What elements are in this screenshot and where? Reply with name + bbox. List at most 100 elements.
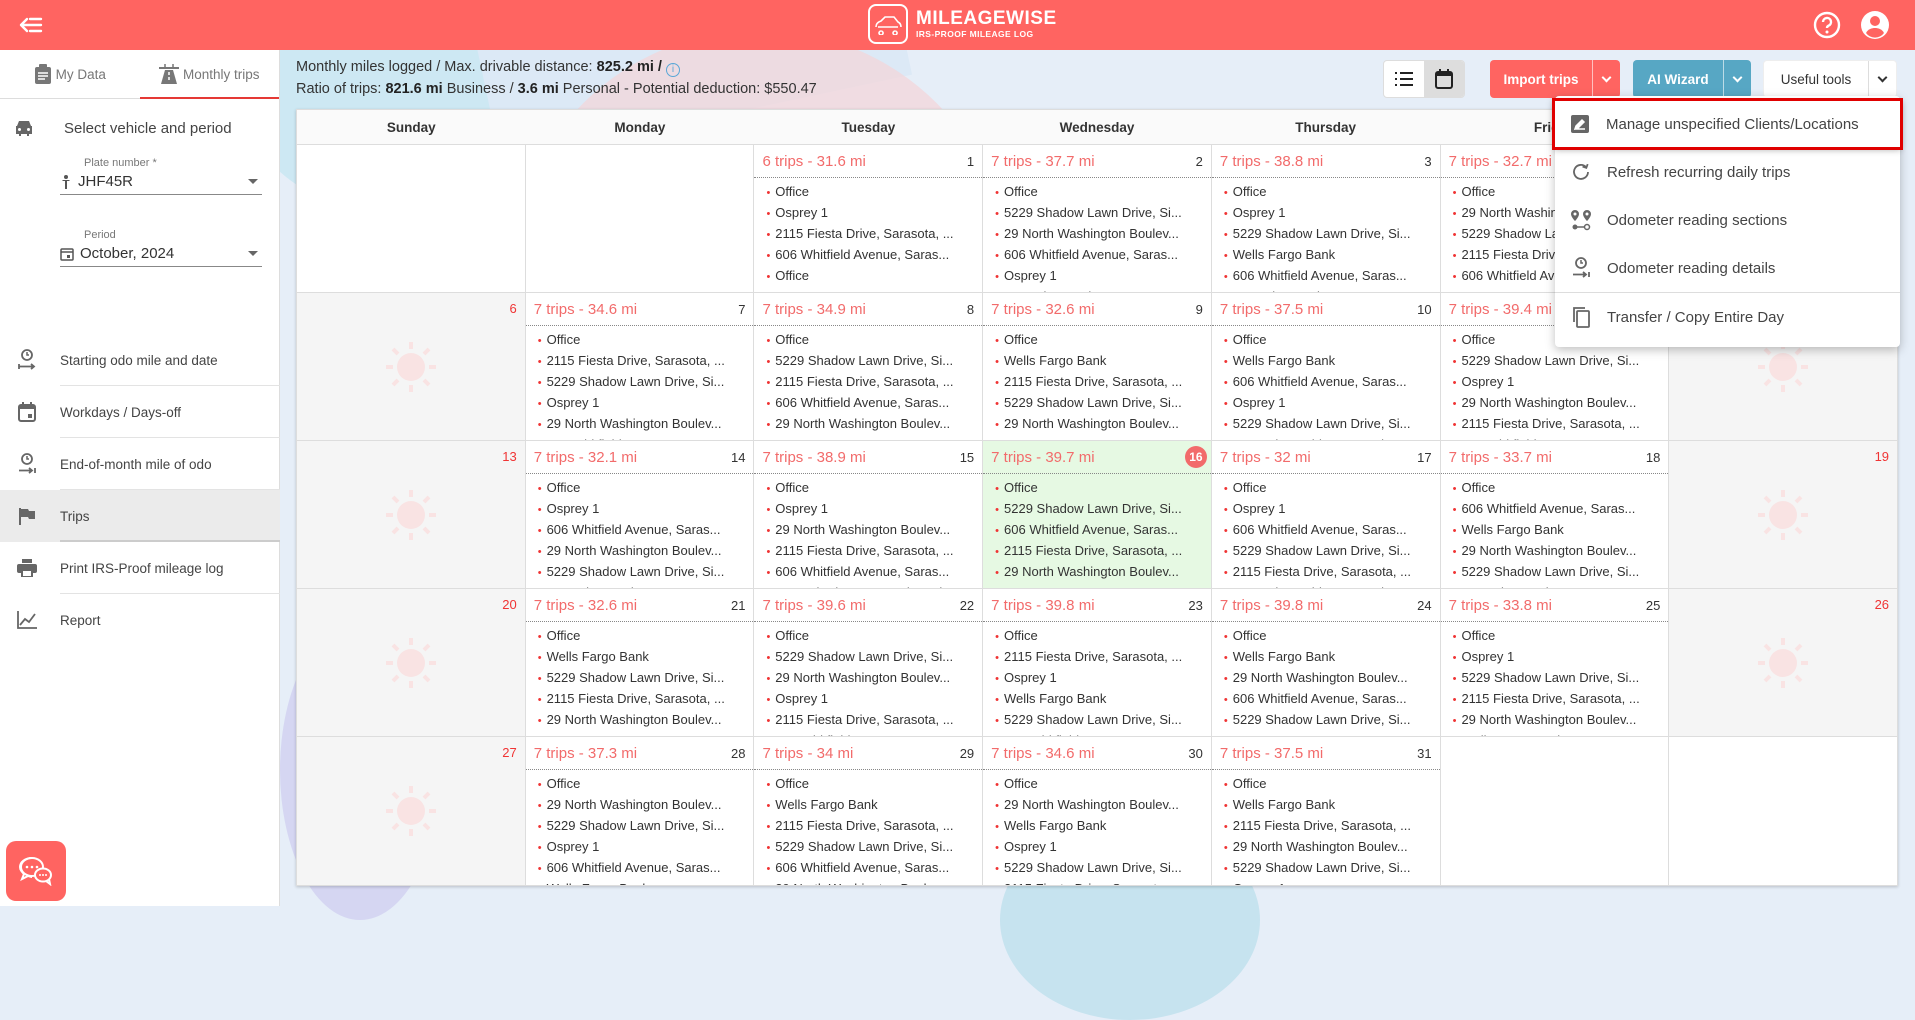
trip-item[interactable]: Office — [766, 626, 971, 647]
trip-item[interactable]: Osprey 1 — [995, 583, 1200, 588]
plate-number-select[interactable]: JHF45R — [60, 169, 262, 195]
calendar-day[interactable]: 7 trips - 34.9 mi 8 Office5229 Shadow Lawn… — [754, 293, 984, 440]
trip-item[interactable]: 29 North Washington Boulev... — [766, 520, 971, 541]
trip-item[interactable]: Osprey 1 — [995, 837, 1200, 858]
sidebar-item-workdays[interactable]: Workdays / Days-off — [0, 386, 280, 438]
trip-item[interactable]: 29 North Washington Boulev... — [538, 710, 743, 731]
trip-item[interactable]: Osprey 1 — [766, 499, 971, 520]
day-trip-summary[interactable]: 7 trips - 39.8 mi — [991, 597, 1094, 614]
trip-item[interactable]: 2115 Fiesta Drive, Sarasota, ... — [538, 583, 743, 588]
trip-item[interactable]: 29 North Washington Boulev... — [1224, 583, 1429, 588]
trip-item[interactable]: 5229 Shadow Lawn Drive, Si... — [1453, 351, 1658, 372]
trip-item[interactable]: 606 Whitfield Avenue, Saras... — [538, 435, 743, 440]
trip-item[interactable]: 5229 Shadow Lawn Drive, Si... — [1224, 414, 1429, 435]
day-trip-summary[interactable]: 7 trips - 38.9 mi — [762, 449, 865, 466]
trip-item[interactable]: 5229 Shadow Lawn Drive, Si... — [1224, 541, 1429, 562]
trip-item[interactable]: 29 North Washington Boulev... — [1453, 393, 1658, 414]
calendar-day[interactable]: 7 trips - 32.6 mi 9 OfficeWells Fargo Bank… — [983, 293, 1212, 440]
trip-item[interactable]: 606 Whitfield Avenue, Saras... — [995, 520, 1200, 541]
day-trip-summary[interactable]: 7 trips - 33.7 mi — [1449, 449, 1552, 466]
calendar-day-today[interactable]: 7 trips - 39.7 mi 16 Office5229 Shadow Law… — [983, 441, 1212, 588]
trip-item[interactable]: 2115 Fiesta Drive, Sarasota, ... — [538, 689, 743, 710]
info-icon[interactable]: i — [665, 63, 680, 77]
trip-item[interactable]: 5229 Shadow Lawn Drive, Si... — [995, 858, 1200, 879]
calendar-day[interactable]: 7 trips - 32 mi 17 OfficeOsprey 1606 Whitf… — [1211, 441, 1441, 588]
trip-item[interactable]: 606 Whitfield Avenue, Saras... — [1224, 266, 1429, 287]
day-trip-summary[interactable]: 7 trips - 34.6 mi — [534, 301, 637, 318]
trip-item[interactable]: Office — [766, 266, 971, 287]
day-trip-summary[interactable]: 7 trips - 37.5 mi — [1220, 745, 1323, 762]
list-view-button[interactable] — [1384, 61, 1424, 97]
calendar-day[interactable]: 7 trips - 37.5 mi 31 OfficeWells Fargo Ban… — [1211, 737, 1441, 885]
trip-item[interactable]: Osprey 1 — [538, 731, 743, 736]
trip-item[interactable]: Wells Fargo Bank — [1224, 351, 1429, 372]
trip-item[interactable]: Osprey 1 — [995, 668, 1200, 689]
menu-item-odometer-sections[interactable]: Odometer reading sections — [1555, 196, 1900, 244]
trip-item[interactable]: Osprey 1 — [538, 393, 743, 414]
trip-item[interactable]: 2115 Fiesta Drive, Sarasota, ... — [1224, 287, 1429, 292]
trip-item[interactable]: 29 North Washington Boulev... — [995, 795, 1200, 816]
trip-item[interactable]: 5229 Shadow Lawn Drive, Si... — [995, 203, 1200, 224]
import-trips-button[interactable]: Import trips — [1490, 60, 1592, 98]
trip-item[interactable]: 2115 Fiesta Drive, Sarasota, ... — [538, 351, 743, 372]
trip-item[interactable]: 5229 Shadow Lawn Drive, Si... — [766, 583, 971, 588]
trip-item[interactable]: 606 Whitfield Avenue, Saras... — [766, 562, 971, 583]
trip-item[interactable]: Osprey 1 — [1224, 393, 1429, 414]
trip-item[interactable]: 2115 Fiesta Drive, Sarasota, ... — [766, 224, 971, 245]
day-trip-summary[interactable]: 7 trips - 37.7 mi — [991, 153, 1094, 170]
day-trip-summary[interactable]: 7 trips - 34.6 mi — [991, 745, 1094, 762]
trip-item[interactable]: 5229 Shadow Lawn Drive, Si... — [995, 499, 1200, 520]
sidebar-item-report[interactable]: Report — [0, 594, 280, 646]
trip-item[interactable]: 29 North Washington Boulev... — [766, 414, 971, 435]
trip-item[interactable]: 2115 Fiesta Drive, Sarasota, ... — [1453, 414, 1658, 435]
trip-item[interactable]: Office — [1224, 626, 1429, 647]
day-trip-summary[interactable]: 7 trips - 37.5 mi — [1220, 301, 1323, 318]
trip-item[interactable]: Office — [766, 182, 971, 203]
trip-item[interactable]: 29 North Washington Boulev... — [1224, 435, 1429, 440]
trip-item[interactable]: 606 Whitfield Avenue, Saras... — [995, 245, 1200, 266]
trip-item[interactable]: 5229 Shadow Lawn Drive, Si... — [995, 710, 1200, 731]
calendar-day[interactable]: 6 trips - 31.6 mi1OfficeOsprey 12115 Fie… — [754, 145, 984, 292]
day-trip-summary[interactable]: 7 trips - 39.8 mi — [1220, 597, 1323, 614]
sidebar-item-starting-odo[interactable]: Starting odo mile and date — [0, 334, 280, 386]
trip-item[interactable]: Office — [1224, 182, 1429, 203]
day-trip-summary[interactable]: 7 trips - 39.4 mi — [1449, 301, 1552, 318]
calendar-day[interactable]: 7 trips - 33.8 mi 25 OfficeOsprey 15229 Sh… — [1440, 589, 1670, 736]
trip-item[interactable]: 606 Whitfield Avenue, Saras... — [766, 858, 971, 879]
day-trip-summary[interactable]: 7 trips - 34.9 mi — [762, 301, 865, 318]
account-button[interactable] — [1860, 10, 1890, 40]
trip-item[interactable]: 5229 Shadow Lawn Drive, Si... — [1224, 710, 1429, 731]
calendar-day[interactable]: 7 trips - 34.6 mi 30 Office29 North Washin… — [983, 737, 1212, 885]
calendar-day-off[interactable]: 19 — [1669, 441, 1898, 588]
trip-item[interactable]: Office — [1224, 330, 1429, 351]
day-trip-summary[interactable]: 7 trips - 34 mi — [762, 745, 853, 762]
trip-item[interactable]: 5229 Shadow Lawn Drive, Si... — [766, 351, 971, 372]
trip-item[interactable]: 2115 Fiesta Drive, Sarasota, ... — [766, 816, 971, 837]
trip-item[interactable]: 5229 Shadow Lawn Drive, Si... — [538, 562, 743, 583]
trip-item[interactable]: 2115 Fiesta Drive, Sarasota, ... — [995, 287, 1200, 292]
trip-item[interactable]: 29 North Washington Boulev... — [538, 414, 743, 435]
calendar-day[interactable]: 7 trips - 32.1 mi 14 OfficeOsprey 1606 Whi… — [525, 441, 755, 588]
trip-item[interactable]: Office — [538, 330, 743, 351]
trip-item[interactable]: Wells Fargo Bank — [538, 879, 743, 885]
trip-item[interactable]: Office — [766, 330, 971, 351]
trip-item[interactable]: 29 North Washington Boulev... — [1224, 837, 1429, 858]
sidebar-item-trips[interactable]: Trips — [0, 490, 280, 542]
calendar-day[interactable]: 7 trips - 37.3 mi 28 Office29 North Washin… — [525, 737, 755, 885]
menu-item-odometer-details[interactable]: Odometer reading details — [1555, 244, 1900, 292]
trip-item[interactable]: Wells Fargo Bank — [1453, 520, 1658, 541]
trip-item[interactable]: 5229 Shadow Lawn Drive, Si... — [995, 393, 1200, 414]
import-trips-dropdown[interactable] — [1592, 60, 1620, 98]
calendar-day[interactable]: 7 trips - 37.5 mi 10 OfficeWells Fargo Ban… — [1211, 293, 1441, 440]
trip-item[interactable]: Office — [1224, 478, 1429, 499]
day-trip-summary[interactable]: 7 trips - 38.8 mi — [1220, 153, 1323, 170]
menu-item-manage-unspecified[interactable]: Manage unspecified Clients/Locations — [1552, 98, 1903, 150]
trip-item[interactable]: 606 Whitfield Avenue, Saras... — [538, 520, 743, 541]
trip-item[interactable]: Office — [995, 626, 1200, 647]
trip-item[interactable]: 2115 Fiesta Drive, Sarasota, ... — [766, 710, 971, 731]
calendar-day-off[interactable]: 13 — [297, 441, 526, 588]
menu-item-transfer-copy-day[interactable]: Transfer / Copy Entire Day — [1555, 293, 1900, 341]
trip-item[interactable]: 606 Whitfield Avenue, Saras... — [766, 393, 971, 414]
ai-wizard-button[interactable]: AI Wizard — [1633, 60, 1723, 98]
trip-item[interactable]: Office — [995, 774, 1200, 795]
